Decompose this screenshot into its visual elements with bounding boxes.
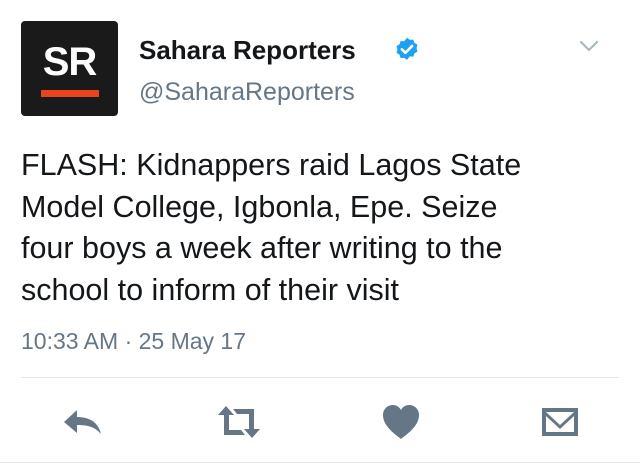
heart-icon xyxy=(383,405,419,439)
tweet-text-line: four boys a week after writing to the xyxy=(21,231,503,265)
avatar-accent-bar xyxy=(41,90,99,97)
like-button[interactable] xyxy=(377,400,425,444)
author-display-name[interactable]: Sahara Reporters xyxy=(139,34,356,66)
tweet-text: FLASH: Kidnappers raid Lagos State Model… xyxy=(21,145,621,311)
tweet-card: SR Sahara Reporters @SaharaReporters FLA… xyxy=(0,0,640,467)
reply-button[interactable] xyxy=(58,400,106,444)
tweet-text-line: Model College, Igbonla, Epe. Seize xyxy=(21,189,498,224)
direct-message-button[interactable] xyxy=(536,400,584,444)
divider xyxy=(21,377,619,378)
tweet-text-line: school to inform of their visit xyxy=(21,272,400,307)
retweet-icon xyxy=(218,406,260,438)
author-handle[interactable]: @SaharaReporters xyxy=(139,76,355,108)
tweet-text-line: FLASH: Kidnappers raid Lagos State xyxy=(21,148,522,182)
chevron-down-icon[interactable] xyxy=(574,36,604,56)
reply-icon xyxy=(64,410,101,434)
avatar-initials: SR xyxy=(42,40,98,84)
divider xyxy=(0,462,640,463)
envelope-icon xyxy=(542,408,578,436)
tweet-timestamp[interactable]: 10:33 AM · 25 May 17 xyxy=(21,326,246,356)
retweet-button[interactable] xyxy=(215,400,263,444)
avatar[interactable]: SR xyxy=(21,21,118,116)
verified-badge-icon xyxy=(396,37,418,60)
